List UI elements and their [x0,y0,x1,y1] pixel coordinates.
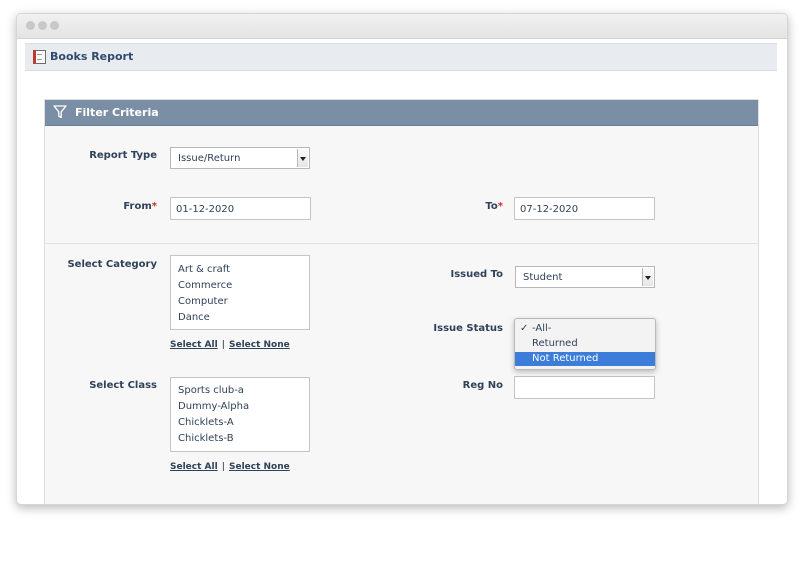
report-type-select[interactable]: Issue/Return [170,147,310,169]
select-class-label: Select Class [89,380,157,391]
category-listbox[interactable]: Art & craft Commerce Computer Dance [170,255,310,330]
list-item[interactable]: Computer [178,296,228,307]
issue-status-dropdown[interactable]: ✓ -All- Returned Not Returned [514,318,656,370]
to-date-input[interactable]: 07-12-2020 [514,197,655,220]
window-minimize-dot[interactable] [38,21,47,30]
required-mark: * [151,201,157,212]
chevron-down-icon [297,149,308,167]
reg-no-label: Reg No [462,380,503,391]
issue-status-option-returned[interactable]: Returned [515,337,655,351]
issue-status-option-not-returned[interactable]: Not Returned [515,352,655,366]
filter-criteria-panel: Filter Criteria Report Type Issue/Return… [44,99,759,504]
category-select-all-link[interactable]: Select All [170,340,218,350]
chevron-down-icon [642,268,653,286]
link-separator: | [221,462,225,472]
to-label: To* [425,201,503,212]
to-label-text: To [485,201,498,212]
window-close-dot[interactable] [26,21,35,30]
window-zoom-dot[interactable] [50,21,59,30]
list-item[interactable]: Chicklets-A [178,417,234,428]
checkmark-icon: ✓ [520,323,529,334]
class-select-links: Select All | Select None [170,462,290,472]
report-type-label: Report Type [89,150,157,161]
browser-window: Books Report Filter Criteria Report Type… [16,13,788,505]
list-item[interactable]: Art & craft [178,264,230,275]
from-date-value: 01-12-2020 [176,204,235,215]
report-type-value: Issue/Return [178,153,241,164]
required-mark: * [497,201,503,212]
class-listbox[interactable]: Sports club-a Dummy-Alpha Chicklets-A Ch… [170,377,310,452]
list-item[interactable]: Chicklets-B [178,433,234,444]
list-item[interactable]: Dance [178,312,210,323]
filter-panel-header[interactable]: Filter Criteria [45,100,758,126]
report-book-icon [33,50,46,64]
class-select-all-link[interactable]: Select All [170,462,218,472]
report-header: Books Report [25,43,777,71]
option-label: Not Returned [532,353,599,364]
page-title: Books Report [50,50,134,63]
issued-to-label: Issued To [450,269,503,280]
category-select-links: Select All | Select None [170,340,290,350]
section-divider [45,243,758,244]
issue-status-option-all[interactable]: ✓ -All- [515,322,655,336]
class-select-none-link[interactable]: Select None [229,462,290,472]
issued-to-select[interactable]: Student [515,266,655,288]
window-titlebar [17,14,787,39]
list-item[interactable]: Commerce [178,280,232,291]
to-date-value: 07-12-2020 [520,204,579,215]
from-label: From* [75,201,157,212]
filter-panel-title: Filter Criteria [75,106,159,119]
from-date-input[interactable]: 01-12-2020 [170,197,311,220]
option-label: -All- [532,323,552,334]
funnel-icon [53,105,67,119]
option-label: Returned [532,338,578,349]
reg-no-input[interactable] [514,376,655,399]
issue-status-label: Issue Status [433,323,503,334]
issued-to-value: Student [523,272,563,283]
category-select-none-link[interactable]: Select None [229,340,290,350]
list-item[interactable]: Dummy-Alpha [178,401,249,412]
select-category-label: Select Category [67,259,157,270]
link-separator: | [221,340,225,350]
list-item[interactable]: Sports club-a [178,385,244,396]
from-label-text: From [123,201,152,212]
